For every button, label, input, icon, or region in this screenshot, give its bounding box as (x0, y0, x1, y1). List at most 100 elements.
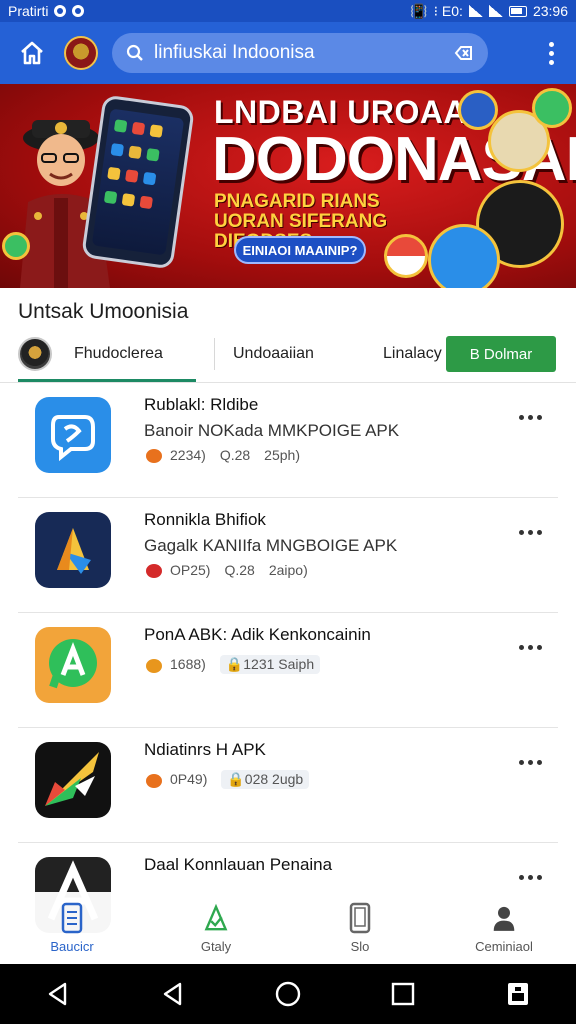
phone-icon (60, 902, 84, 933)
app-meta: OP25) Q.28 2aipo) (146, 562, 308, 579)
app-meta: 1688) 🔒1231 Saiph (146, 655, 321, 674)
search-query: linfiuskai Indoonisa (154, 42, 315, 63)
settings-dot-icon (72, 5, 85, 17)
search-input[interactable]: linfiuskai Indoonisa (112, 33, 488, 73)
app-downloads: 25ph) (264, 447, 300, 464)
back-button[interactable] (38, 974, 78, 1014)
tab-bar: Fhudoclerea Undoaaiian Linalacy B Dolmar (0, 326, 576, 382)
more-options-button[interactable] (519, 875, 542, 880)
back-button-2[interactable] (153, 974, 193, 1014)
more-options-button[interactable] (519, 530, 542, 535)
status-bar: Pratirti 📳 ⁝ E0: 23:96 (0, 0, 576, 22)
square-recents-icon (391, 982, 415, 1006)
carrier-label: Pratirti (8, 3, 49, 19)
person-icon (492, 903, 516, 933)
back-icon (48, 982, 66, 1006)
tab-overview[interactable]: Fhudoclerea (0, 326, 196, 382)
home-nav-button[interactable] (268, 974, 308, 1014)
rating-icon (146, 658, 162, 673)
leaf-orb-icon (2, 232, 30, 260)
color-swoosh-icon (35, 742, 111, 818)
more-options-button[interactable] (519, 415, 542, 420)
nav-item-shield[interactable]: Gtaly (144, 892, 288, 964)
tab-divider (214, 338, 215, 370)
app-downloads: Saiph (278, 656, 315, 672)
rating-icon (146, 449, 162, 464)
pokeball-orb-icon (384, 234, 428, 278)
chat-bubble-icon (35, 397, 111, 473)
nav-item-profile[interactable]: Ceminiaol (432, 892, 576, 964)
recents-button[interactable] (383, 974, 423, 1014)
play-store-icon (35, 512, 111, 588)
app-name: Daal Konnlauan Penaina (144, 855, 333, 874)
signal-icon (488, 5, 503, 17)
promo-banner[interactable]: LNDBAI UROAAN DODONASAI PNAGARID RIANS U… (0, 84, 576, 288)
clear-search-icon[interactable] (452, 42, 474, 64)
nav-item-home[interactable]: Baucicr (0, 892, 144, 964)
circle-home-icon (275, 981, 301, 1007)
tab-overview-label: Fhudoclerea (74, 345, 163, 362)
clock: 23:96 (532, 3, 568, 19)
app-rating: 0P49) (170, 771, 208, 788)
app-orb-icon-2 (532, 88, 572, 128)
nav-label: Gtaly (200, 938, 232, 954)
bottom-nav: Baucicr Gtaly Slo Ceminiaol (0, 892, 576, 964)
nav-label: Baucicr (50, 938, 94, 954)
battery-icon (508, 5, 527, 17)
nav-label: Slo (350, 938, 370, 954)
app-name: PonA ABK: Adik Kenkoncainin (144, 625, 371, 644)
device-icon (348, 902, 372, 933)
app-rating: OP25) (170, 562, 211, 578)
app-size: Q.28 (219, 447, 251, 464)
section-title: Untsak Umoonisia (18, 300, 189, 323)
install-button[interactable]: B Dolmar (446, 336, 556, 372)
app-name: Ronnikla Bhifiok (144, 510, 266, 529)
nav-item-device[interactable]: Slo (288, 892, 432, 964)
app-rating: 1688) (170, 656, 206, 673)
list-item[interactable]: Rublakl: Rldibe Banoir NOKada MMKPOIGE A… (18, 383, 558, 498)
more-options-button[interactable] (519, 645, 542, 650)
app-downloads: 2aipo) (268, 562, 308, 579)
app-subtitle: Gagalk KANIIfa MNGBOIGE APK (144, 536, 398, 555)
screenshot-icon (508, 983, 529, 1005)
globe-orb-icon (428, 224, 500, 288)
vibrate-icon: 📳 (410, 2, 428, 19)
rating-icon (146, 773, 162, 788)
home-button[interactable] (10, 31, 54, 75)
overflow-menu-button[interactable] (536, 31, 566, 75)
app-root: Pratirti 📳 ⁝ E0: 23:96 linfiuskai Indoon… (0, 0, 576, 1024)
app-size: Q.28 (224, 562, 255, 579)
more-options-button[interactable] (519, 760, 542, 765)
screenshot-button[interactable] (498, 974, 538, 1014)
app-meta: 0P49) 🔒028 2ugb (146, 770, 310, 789)
home-icon (21, 41, 43, 65)
brand-logo[interactable] (64, 36, 98, 70)
tab-third[interactable]: Linalacy (383, 326, 442, 382)
whatsapp-a-icon (35, 627, 111, 703)
tab-second[interactable]: Undoaaiian (233, 326, 373, 382)
wifi-icon (468, 5, 483, 17)
banner-cta-button[interactable]: EINIAOI MAAINIP? (234, 236, 366, 264)
app-bar: linfiuskai Indoonisa (0, 22, 576, 84)
app-size: 1231 (243, 656, 275, 672)
app-meta: 2234) Q.28 25ph) (146, 447, 300, 464)
app-rating: 2234) (170, 447, 206, 463)
lock-icon: 🔒 (227, 771, 245, 787)
notification-icon (54, 5, 67, 17)
app-name: Ndiatinrs H APK (144, 740, 266, 759)
shield-check-icon (204, 903, 228, 933)
app-subtitle: Banoir NOKada MMKPOIGE APK (144, 421, 400, 440)
system-nav-bar (0, 964, 576, 1024)
app-size: 028 (244, 771, 269, 787)
list-item[interactable]: PonA ABK: Adik Kenkoncainin 1688) 🔒1231 … (18, 613, 558, 728)
badge-icon (18, 337, 52, 371)
app-name: Rublakl: Rldibe (144, 395, 259, 414)
network-label: ⁝ E0: (433, 2, 463, 19)
back-icon (163, 982, 181, 1006)
list-item[interactable]: Ndiatinrs H APK 0P49) 🔒028 2ugb (18, 728, 558, 843)
app-downloads: 2ugb (272, 771, 304, 787)
list-item[interactable]: Ronnikla Bhifiok Gagalk KANIIfa MNGBOIGE… (18, 498, 558, 613)
app-list: Rublakl: Rldibe Banoir NOKada MMKPOIGE A… (18, 383, 558, 958)
tab-second-label: Undoaaiian (233, 345, 314, 362)
tab-third-label: Linalacy (383, 345, 442, 362)
